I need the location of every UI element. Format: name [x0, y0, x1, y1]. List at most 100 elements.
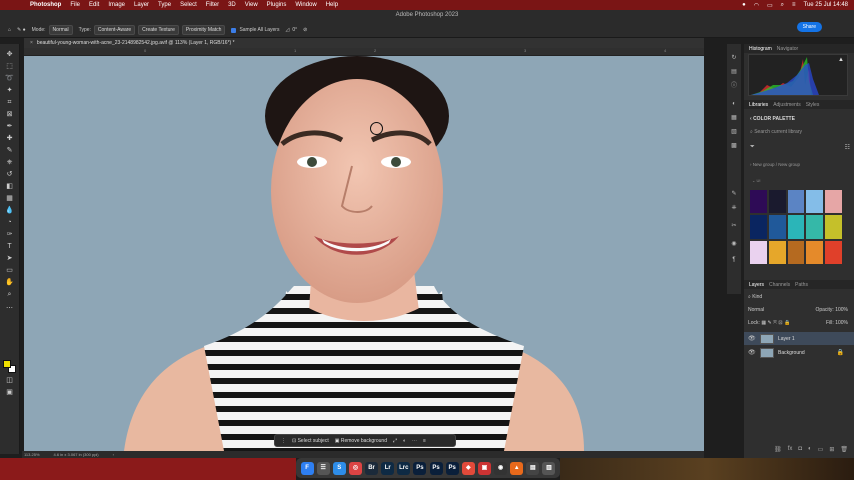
grid-view-icon[interactable]: ☷ [845, 144, 850, 151]
adjust-icon[interactable]: ◐ [403, 438, 406, 444]
color-swatch[interactable] [806, 190, 824, 214]
dock-app-icon[interactable]: Ps [445, 461, 459, 475]
color-swatch[interactable] [768, 240, 786, 264]
menu-select[interactable]: Select [180, 2, 197, 8]
fx-icon[interactable]: fx [788, 446, 793, 456]
layer-name[interactable]: Layer 1 [778, 336, 795, 342]
menu-3d[interactable]: 3D [228, 2, 236, 8]
lock-icon[interactable]: 🔒 [837, 349, 844, 356]
properties-icon[interactable]: ▤ [730, 68, 738, 76]
color-swatch[interactable] [825, 215, 842, 239]
menu-layer[interactable]: Layer [134, 2, 149, 8]
control-center-icon[interactable]: ≡ [792, 2, 796, 8]
marquee-tool-icon[interactable]: ⬚ [4, 62, 15, 71]
tab-libraries[interactable]: Libraries [749, 102, 768, 108]
tab-adjustments[interactable]: Adjustments [773, 102, 801, 108]
blend-mode-select[interactable]: Normal [748, 307, 764, 313]
color-swatch[interactable] [787, 215, 805, 239]
dock-app-icon[interactable]: ▣ [477, 461, 491, 475]
battery-icon[interactable]: ▭ [767, 2, 773, 9]
library-search[interactable]: ⌕ Search current library [750, 129, 802, 135]
crop-tool-icon[interactable]: ⌗ [4, 98, 15, 107]
transform-icon[interactable]: ⤢ [393, 438, 397, 444]
healing-brush-tool-icon[interactable]: ✚ [4, 134, 15, 143]
dock-app-icon[interactable]: ◎ [348, 461, 362, 475]
dock-app-icon[interactable]: Br [365, 461, 379, 475]
menu-window[interactable]: Window [295, 2, 316, 8]
zoom-tool-icon[interactable]: ⌕ [4, 290, 15, 299]
tab-styles[interactable]: Styles [806, 102, 820, 108]
link-layers-icon[interactable]: ⛓ [774, 446, 782, 456]
angle-field[interactable]: ◿ 0° [285, 27, 297, 33]
paragraph-icon[interactable]: ¶ [730, 256, 738, 264]
layer-kind-filter[interactable]: ⌕ Kind [748, 294, 762, 300]
layer-name[interactable]: Background [778, 350, 805, 356]
tab-histogram[interactable]: Histogram [749, 46, 772, 52]
move-tool-icon[interactable]: ✥ [4, 50, 15, 59]
shape-tool-icon[interactable]: ▭ [4, 266, 15, 275]
frame-tool-icon[interactable]: ⊠ [4, 110, 15, 119]
color-swatch[interactable] [768, 215, 786, 239]
library-header[interactable]: ‹ COLOR PALETTE [750, 116, 795, 122]
fill-value[interactable]: 100% [835, 320, 848, 326]
magic-wand-tool-icon[interactable]: ✦ [4, 86, 15, 95]
close-tab-icon[interactable]: × [30, 40, 33, 46]
history-brush-tool-icon[interactable]: ↺ [4, 170, 15, 179]
mode-select[interactable]: Normal [48, 25, 73, 35]
clock[interactable]: Tue 25 Jul 14:48 [804, 2, 848, 8]
foreground-color-swatch[interactable] [3, 360, 11, 368]
wifi-icon[interactable]: ◠ [754, 2, 759, 9]
visibility-eye-icon[interactable]: 👁 [748, 335, 756, 342]
dock-app-icon[interactable]: ▥ [542, 461, 556, 475]
remove-background-button[interactable]: ▣ Remove background [335, 438, 387, 444]
select-subject-button[interactable]: ⊡ Select subject [292, 438, 329, 444]
dock-app-icon[interactable]: F [300, 461, 314, 475]
dock-app-icon[interactable]: ▲ [510, 461, 524, 475]
more-options-icon[interactable]: ⋯ [412, 438, 417, 444]
menu-app[interactable]: Photoshop [30, 2, 61, 8]
new-layer-icon[interactable]: ⊞ [829, 446, 834, 456]
histogram-warning-icon[interactable]: ▲ [838, 57, 844, 63]
info-icon[interactable]: ⓘ [730, 82, 738, 90]
swatches-icon[interactable]: ▦ [730, 114, 738, 122]
dock-app-icon[interactable]: ◆ [461, 461, 475, 475]
fill-group[interactable]: Fill: 100% [826, 320, 848, 326]
home-icon[interactable]: ⌂ [8, 27, 11, 33]
path-selection-tool-icon[interactable]: ➤ [4, 254, 15, 263]
quick-mask-icon[interactable]: ◫ [4, 376, 15, 385]
dock-app-icon[interactable]: Ps [413, 461, 427, 475]
menu-help[interactable]: Help [326, 2, 338, 8]
pressure-icon[interactable]: ⊘ [303, 27, 307, 33]
brushes-icon[interactable]: ✎ [730, 190, 738, 198]
sample-all-layers-checkbox[interactable] [231, 27, 237, 33]
menu-type[interactable]: Type [158, 2, 171, 8]
gradients-icon[interactable]: ▧ [730, 128, 738, 136]
dodge-tool-icon[interactable]: ◔ [4, 218, 15, 227]
mask-icon[interactable]: ◘ [798, 446, 802, 456]
patterns-icon[interactable]: ▩ [730, 142, 738, 150]
color-swatch[interactable] [768, 190, 786, 214]
menu-filter[interactable]: Filter [206, 2, 219, 8]
breadcrumb[interactable]: › New group / New group [750, 162, 800, 167]
color-icon[interactable]: ◐ [730, 100, 738, 108]
share-button[interactable]: Share [796, 22, 822, 32]
menu-image[interactable]: Image [108, 2, 125, 8]
sample-all-layers[interactable]: Sample All Layers [231, 27, 279, 33]
tab-paths[interactable]: Paths [795, 282, 808, 288]
visibility-eye-icon[interactable]: 👁 [748, 349, 756, 356]
color-swatch[interactable] [750, 190, 767, 214]
layer-row[interactable]: 👁 Background 🔒 [744, 346, 854, 359]
lasso-tool-icon[interactable]: ➰ [4, 74, 15, 83]
group-icon[interactable]: ▭ [818, 446, 824, 456]
dock-app-icon[interactable]: Lr [381, 461, 395, 475]
trash-icon[interactable]: 🗑 [840, 446, 848, 456]
zoom-level[interactable]: 113.25% [24, 452, 40, 457]
lock-icons[interactable]: ▦ ✎ ⤧ ⊡ 🔒 [761, 320, 790, 326]
layer-row[interactable]: 👁 Layer 1 [744, 332, 854, 345]
hand-tool-icon[interactable]: ✋ [4, 278, 15, 287]
eraser-tool-icon[interactable]: ◧ [4, 182, 15, 191]
color-swatch[interactable] [825, 190, 842, 214]
color-swatch[interactable] [750, 240, 767, 264]
tool-presets-icon[interactable]: ✂ [730, 222, 738, 230]
glyphs-icon[interactable]: ◉ [730, 240, 738, 248]
